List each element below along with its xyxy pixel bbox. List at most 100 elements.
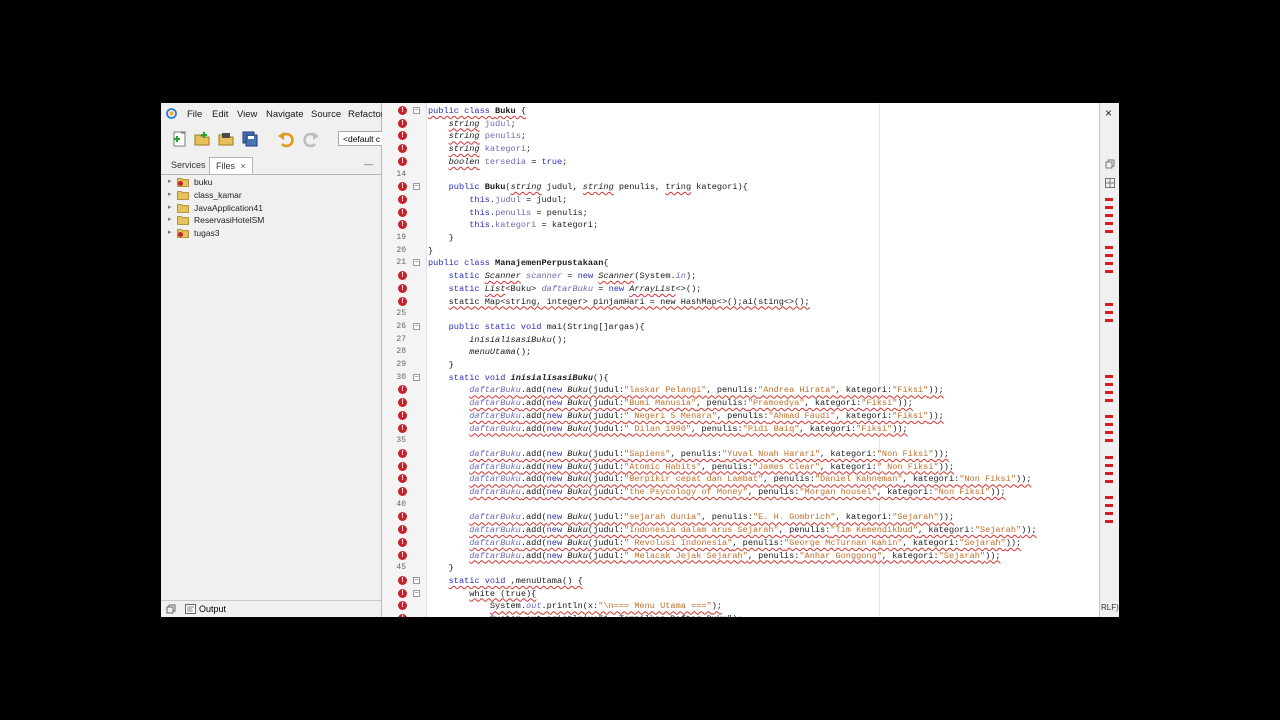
code-line[interactable]: ! daftarBuku.add(new Buku(judul:" Negeri… — [382, 410, 1099, 423]
error-badge-icon[interactable]: ! — [398, 271, 407, 281]
error-badge-icon[interactable]: ! — [398, 182, 407, 192]
new-file-icon[interactable] — [171, 130, 189, 148]
code-line[interactable]: ! − static void ,menuUtama() { — [382, 575, 1099, 588]
error-badge-icon[interactable]: ! — [398, 487, 407, 496]
code-line[interactable]: ! static Scanner scanner = new Scanner(S… — [382, 270, 1099, 283]
error-marker[interactable] — [1105, 399, 1113, 403]
error-marker[interactable] — [1105, 318, 1113, 322]
error-marker[interactable] — [1105, 198, 1113, 201]
code-line[interactable]: ! daftarBuku.add(new Buku(judul:"Berpiki… — [382, 473, 1099, 486]
code-line[interactable]: ! daftarBuku.add(new Buku(judul:" Dilan … — [382, 423, 1099, 436]
fold-toggle-icon[interactable]: − — [413, 589, 420, 597]
error-marker[interactable] — [1105, 270, 1113, 274]
error-badge-icon[interactable]: ! — [398, 131, 407, 141]
tab-files[interactable]: Files × — [209, 157, 253, 174]
error-marker[interactable] — [1105, 495, 1113, 499]
error-marker[interactable] — [1105, 503, 1113, 507]
code-line[interactable]: ! daftarBuku.add(new Buku(judul:"sejarah… — [382, 511, 1099, 524]
error-badge-icon[interactable]: ! — [398, 525, 407, 535]
fold-toggle-icon[interactable]: − — [413, 576, 420, 584]
restore-editor-icon[interactable] — [1105, 159, 1115, 169]
code-line[interactable]: 40 — [382, 499, 1099, 512]
tab-services[interactable]: Services — [165, 157, 212, 174]
expand-arrow-icon[interactable]: ▸ — [168, 177, 172, 185]
project-javaapplication41[interactable]: ▸ JavaApplication41 — [161, 202, 381, 215]
code-line[interactable]: ! static Map<string, integer> pinjamHari… — [382, 296, 1099, 309]
menu-source[interactable]: Source — [311, 109, 341, 120]
error-marker[interactable] — [1105, 302, 1113, 306]
undo-icon[interactable] — [277, 130, 295, 148]
code-line[interactable]: ! daftarBuku.add(new Buku(judul:"Indones… — [382, 524, 1099, 537]
error-badge-icon[interactable]: ! — [398, 537, 407, 547]
project-tugas3[interactable]: ▸ tugas3 — [161, 227, 381, 240]
code-line[interactable]: ! daftarBuku.add(new Buku(judul:"the Psy… — [382, 486, 1099, 499]
code-line[interactable]: 20} — [382, 245, 1099, 258]
error-marker[interactable] — [1105, 375, 1113, 379]
code-line[interactable]: ! daftarBuku.add(new Buku(judul:"Sapiens… — [382, 448, 1099, 461]
error-badge-icon[interactable]: ! — [398, 410, 407, 420]
error-marker[interactable] — [1105, 423, 1113, 427]
code-line[interactable]: ! daftarBuku.add(new Buku(judul:" Melaca… — [382, 550, 1099, 563]
error-marker[interactable] — [1105, 230, 1113, 234]
redo-icon[interactable] — [302, 130, 320, 148]
code-line[interactable]: ! static List<Buku> daftarBuku = new Arr… — [382, 283, 1099, 296]
error-badge-icon[interactable]: ! — [398, 575, 407, 585]
error-badge-icon[interactable]: ! — [398, 461, 407, 471]
error-badge-icon[interactable]: ! — [398, 385, 407, 395]
menu-navigate[interactable]: Navigate — [266, 109, 304, 120]
code-line[interactable]: ! − public class Buku { — [382, 105, 1099, 118]
code-line[interactable]: 29 } — [382, 359, 1099, 372]
tab-close-icon[interactable]: × — [241, 161, 246, 171]
code-line[interactable]: ! daftarBuku.add(new Buku(judul:"Atomic … — [382, 461, 1099, 474]
error-badge-icon[interactable]: ! — [398, 512, 407, 522]
error-badge-icon[interactable]: ! — [398, 156, 407, 166]
fold-toggle-icon[interactable]: − — [413, 107, 420, 114]
error-badge-icon[interactable]: ! — [398, 601, 407, 611]
error-badge-icon[interactable]: ! — [398, 283, 407, 293]
error-badge-icon[interactable]: ! — [398, 296, 407, 306]
code-line[interactable]: 26− public static void mai(String[]argas… — [382, 321, 1099, 334]
code-line[interactable]: 19 } — [382, 232, 1099, 245]
error-badge-icon[interactable]: ! — [398, 144, 407, 154]
error-marker[interactable] — [1105, 391, 1113, 395]
menu-view[interactable]: View — [237, 109, 257, 120]
menu-refactor[interactable]: Refactor — [348, 109, 384, 120]
error-badge-icon[interactable]: ! — [398, 207, 407, 217]
output-bar[interactable]: Output — [161, 600, 381, 617]
menu-file[interactable]: File — [187, 109, 202, 120]
code-line[interactable]: 25 — [382, 308, 1099, 321]
expand-arrow-icon[interactable]: ▸ — [168, 203, 172, 211]
code-line[interactable]: ! System.out.println(x:"\n=== Menu Utama… — [382, 600, 1099, 613]
code-editor[interactable]: ! − public class Buku {! string judul;! st… — [382, 103, 1099, 617]
error-badge-icon[interactable]: ! — [398, 220, 407, 230]
fold-toggle-icon[interactable]: − — [413, 373, 420, 381]
error-marker[interactable] — [1105, 415, 1113, 419]
error-marker[interactable] — [1105, 455, 1113, 459]
error-badge-icon[interactable]: ! — [398, 550, 407, 560]
error-marker[interactable] — [1105, 463, 1113, 467]
fold-toggle-icon[interactable]: − — [413, 259, 420, 267]
error-marker[interactable] — [1105, 383, 1113, 387]
code-line[interactable]: 30− static void inisialisasiBuku(){ — [382, 372, 1099, 385]
error-marker[interactable] — [1105, 511, 1113, 515]
error-badge-icon[interactable]: ! — [398, 106, 407, 115]
save-all-icon[interactable] — [241, 130, 259, 148]
error-marker[interactable] — [1105, 214, 1113, 218]
code-line[interactable]: ! daftarBuku.add(new Buku(judul:"Bumi Ma… — [382, 397, 1099, 410]
error-badge-icon[interactable]: ! — [398, 448, 407, 458]
fold-toggle-icon[interactable]: − — [413, 322, 420, 330]
code-line[interactable]: ! daftarBuku.add(new Buku(judul:"laskar … — [382, 384, 1099, 397]
error-marker[interactable] — [1105, 246, 1113, 250]
open-project-icon[interactable] — [217, 130, 235, 148]
code-line[interactable]: 27 inisialisasiBuku(); — [382, 334, 1099, 347]
code-line[interactable]: ! boolen tersedia = true; — [382, 156, 1099, 169]
code-line[interactable]: ! daftarBuku.add(new Buku(judul:" Revolu… — [382, 537, 1099, 550]
new-project-icon[interactable] — [193, 130, 211, 148]
fold-toggle-icon[interactable]: − — [413, 183, 420, 191]
code-line[interactable]: 14 — [382, 169, 1099, 182]
split-editor-icon[interactable] — [1105, 178, 1115, 188]
error-badge-icon[interactable]: ! — [398, 588, 407, 598]
error-marker[interactable] — [1105, 254, 1113, 258]
expand-arrow-icon[interactable]: ▸ — [168, 228, 172, 236]
error-marker[interactable] — [1105, 519, 1113, 523]
